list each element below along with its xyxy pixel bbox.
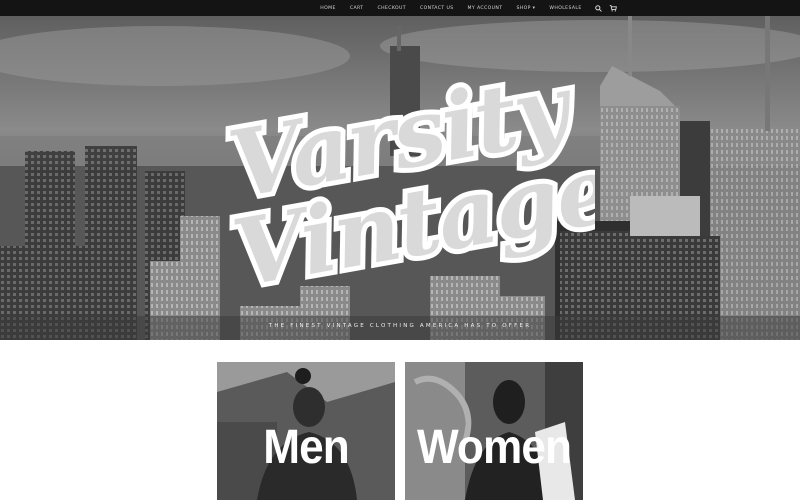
nav-contact-link[interactable]: CONTACT US: [413, 6, 461, 11]
search-icon[interactable]: [595, 4, 603, 12]
category-label-women: Women: [416, 421, 572, 474]
category-tile-women[interactable]: Women: [405, 362, 583, 500]
cart-icon[interactable]: [609, 4, 617, 12]
hero-banner: Varsity Vintage THE FINEST VINTAGE CLOTH…: [0, 16, 800, 340]
varsity-vintage-logo: Varsity Vintage: [216, 56, 595, 296]
nav-cart-link[interactable]: CART: [343, 6, 371, 11]
nav-checkout-link[interactable]: CHECKOUT: [370, 6, 413, 11]
category-label-men: Men: [263, 421, 349, 474]
nav-links: HOME CART CHECKOUT CONTACT US MY ACCOUNT…: [313, 6, 588, 11]
category-tile-men[interactable]: Men: [217, 362, 395, 500]
nav-shop-dropdown[interactable]: SHOP ▾: [509, 6, 542, 11]
hero-tagline: THE FINEST VINTAGE CLOTHING AMERICA HAS …: [268, 323, 532, 329]
nav-home-link[interactable]: HOME: [313, 6, 343, 11]
top-navigation: HOME CART CHECKOUT CONTACT US MY ACCOUNT…: [0, 0, 800, 16]
nav-account-link[interactable]: MY ACCOUNT: [461, 6, 510, 11]
nav-wholesale-link[interactable]: WHOLESALE: [542, 6, 588, 11]
